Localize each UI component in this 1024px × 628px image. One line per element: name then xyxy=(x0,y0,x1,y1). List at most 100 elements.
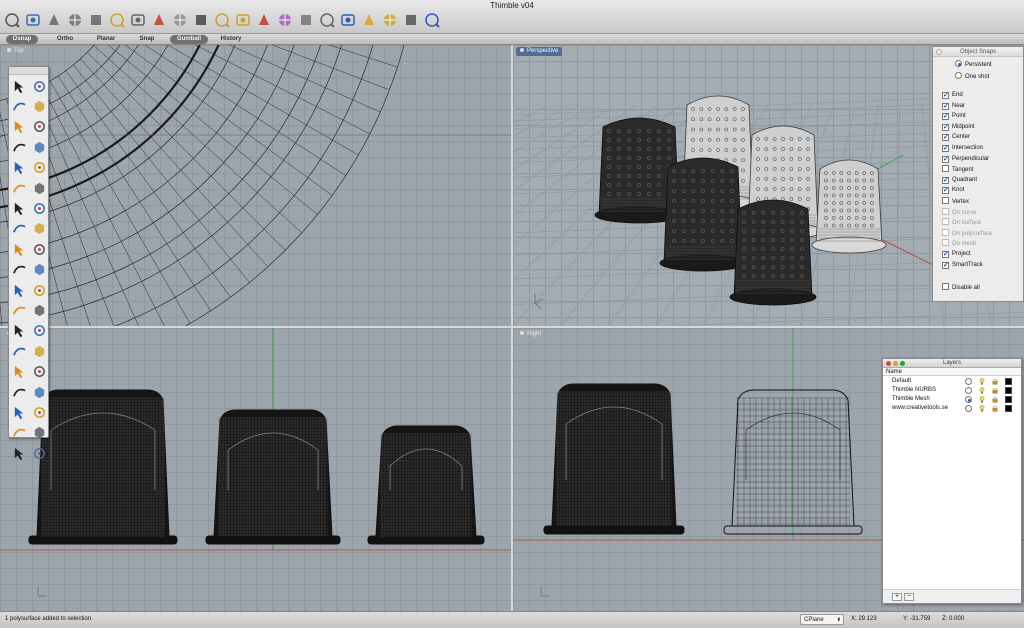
light-icon[interactable] xyxy=(212,10,231,30)
viewport-divider-vertical[interactable] xyxy=(511,45,513,611)
ellipse-icon[interactable] xyxy=(29,117,49,137)
lightbulb-icon[interactable] xyxy=(979,405,985,412)
add-layer-button[interactable]: + xyxy=(892,593,902,601)
viewport-divider-horizontal[interactable] xyxy=(0,326,1024,328)
checkbox-icon[interactable]: ✓ xyxy=(942,145,949,152)
snap-midpoint[interactable]: ✓ Midpoint xyxy=(942,123,975,132)
explode-icon[interactable] xyxy=(9,239,29,259)
snap-tangent[interactable]: Tangent xyxy=(942,165,973,174)
remove-layer-button[interactable]: − xyxy=(904,593,914,601)
lock-icon[interactable] xyxy=(29,443,49,463)
snap-quadrant[interactable]: ✓ Quadrant xyxy=(942,176,977,185)
checkbox-icon[interactable]: ✓ xyxy=(942,134,949,142)
checkbox-icon[interactable]: ✓ xyxy=(942,261,949,269)
snap-point[interactable]: ✓ Point xyxy=(942,112,966,121)
layer-name[interactable]: www.creativetools.se xyxy=(892,404,948,413)
osnap-toggle[interactable]: Osnap xyxy=(6,35,38,44)
circle-icon[interactable] xyxy=(9,117,29,137)
viewport-title-perspective[interactable]: Perspective xyxy=(516,47,563,56)
snap-perpendicular[interactable]: ✓ Perpendicular xyxy=(942,155,989,164)
current-layer-radio-icon[interactable] xyxy=(965,378,972,385)
lock-icon[interactable] xyxy=(992,378,998,385)
snap-center[interactable]: ✓ Center xyxy=(942,133,970,142)
snap-knot[interactable]: ✓ Knot xyxy=(942,186,964,195)
snap-vertex[interactable]: Vertex xyxy=(942,197,969,206)
current-layer-radio-icon[interactable] xyxy=(965,405,972,412)
gear-icon[interactable] xyxy=(401,10,420,30)
trim-icon[interactable] xyxy=(9,260,29,280)
checkbox-icon[interactable]: ✓ xyxy=(942,176,949,184)
checkbox-icon[interactable]: ✓ xyxy=(942,123,949,131)
grid-icon[interactable] xyxy=(9,443,29,463)
car-view-icon[interactable] xyxy=(149,10,168,30)
layer-row[interactable]: Thimble Mesh xyxy=(883,395,1021,404)
lightbulb-icon[interactable] xyxy=(979,396,985,403)
bend-icon[interactable] xyxy=(9,382,29,402)
layer-icon[interactable] xyxy=(29,341,49,361)
lightbulb-icon[interactable] xyxy=(979,378,985,385)
snap-toggle[interactable]: Snap xyxy=(134,35,160,44)
surface-icon[interactable] xyxy=(29,219,49,239)
checkbox-icon[interactable] xyxy=(942,165,949,173)
close-icon[interactable] xyxy=(886,361,891,366)
text-icon[interactable] xyxy=(9,321,29,341)
globe-icon[interactable] xyxy=(338,10,357,30)
zoom-selected-icon[interactable] xyxy=(107,10,126,30)
disable-all-checkbox[interactable]: Disable all xyxy=(942,283,980,292)
array-icon[interactable] xyxy=(9,361,29,381)
move-icon[interactable] xyxy=(9,280,29,300)
dimension-icon[interactable] xyxy=(29,321,49,341)
group-icon[interactable] xyxy=(9,341,29,361)
radio-icon[interactable] xyxy=(955,60,962,67)
snap-mode-persistent[interactable]: Persistent xyxy=(955,60,992,69)
layer-row[interactable]: www.creativetools.se xyxy=(883,404,1021,413)
split-icon[interactable] xyxy=(29,239,49,259)
join-icon[interactable] xyxy=(29,260,49,280)
layer-name[interactable]: Thimble Mesh xyxy=(892,395,930,404)
layer-name[interactable]: Thimble NURBS xyxy=(892,386,936,395)
curve-icon[interactable] xyxy=(29,96,49,116)
render-icon[interactable] xyxy=(29,423,49,443)
snap-smarttrack[interactable]: ✓ SmartTrack xyxy=(942,261,983,270)
checkbox-icon[interactable] xyxy=(942,283,949,290)
scale-icon[interactable] xyxy=(29,300,49,320)
viewport-top[interactable]: Top xyxy=(0,45,511,326)
twist-icon[interactable] xyxy=(29,382,49,402)
radio-icon[interactable] xyxy=(955,72,962,79)
flag-icon[interactable] xyxy=(359,10,378,30)
layer-color-swatch[interactable] xyxy=(1005,387,1012,394)
pan-hand-icon[interactable] xyxy=(2,10,21,30)
layers-column-name[interactable]: Name xyxy=(883,368,1021,376)
polyline-icon[interactable] xyxy=(9,96,29,116)
ortho-toggle[interactable]: Ortho xyxy=(50,35,80,44)
mesh-icon[interactable] xyxy=(9,402,29,422)
snap-near[interactable]: ✓ Near xyxy=(942,102,965,111)
sphere-icon[interactable] xyxy=(29,178,49,198)
viewport-title-top[interactable]: Top xyxy=(3,47,28,56)
layer-name[interactable]: Default xyxy=(892,377,911,386)
layer-row[interactable]: Thimble NURBS xyxy=(883,386,1021,395)
undo-view-icon[interactable] xyxy=(128,10,147,30)
snap-project[interactable]: ✓ Project xyxy=(942,250,971,259)
rotate-icon[interactable] xyxy=(9,300,29,320)
boolean-icon[interactable] xyxy=(29,198,49,218)
zoom-extents-icon[interactable] xyxy=(86,10,105,30)
layer-color-swatch[interactable] xyxy=(1005,405,1012,412)
viewport-front[interactable] xyxy=(0,328,511,611)
mirror-icon[interactable] xyxy=(29,361,49,381)
text-tool-icon[interactable] xyxy=(233,10,252,30)
box-icon[interactable] xyxy=(9,178,29,198)
zoom-icon[interactable] xyxy=(900,361,905,366)
checkbox-icon[interactable]: ✓ xyxy=(942,102,949,110)
point-icon[interactable] xyxy=(29,76,49,96)
zoom-window-icon[interactable] xyxy=(65,10,84,30)
gumball-icon[interactable] xyxy=(317,10,336,30)
arc-icon[interactable] xyxy=(9,137,29,157)
lightbulb-icon[interactable] xyxy=(979,387,985,394)
analyze-icon[interactable] xyxy=(29,402,49,422)
checkbox-icon[interactable]: ✓ xyxy=(942,155,949,163)
puzzle-icon[interactable] xyxy=(380,10,399,30)
palette-grip[interactable] xyxy=(9,67,48,75)
lock-icon[interactable] xyxy=(992,387,998,394)
planar-toggle[interactable]: Planar xyxy=(90,35,122,44)
